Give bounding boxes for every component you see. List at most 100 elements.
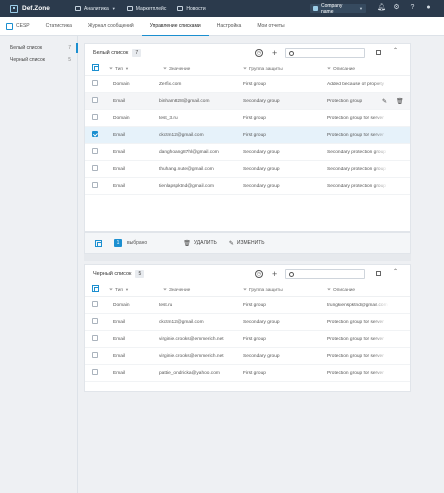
cell-description: Secondary protection group [327,149,386,155]
table-row[interactable]: Email danghoang87hl@gmail.com Secondary … [85,144,410,161]
cell-description: Protection group for server [327,353,384,359]
cell-type: Email [113,149,125,155]
delete-icon[interactable]: 🗑︎ [396,98,404,105]
multi-select-icon[interactable] [95,240,102,247]
column-description[interactable]: ⏷ Описание [327,66,389,72]
table-row[interactable]: Email pattie_ondricka@yahoo.com First gr… [85,365,410,382]
blacklist-header: Черный список 5 ◷ + ⌃ [85,265,410,283]
history-icon[interactable]: ◷ [255,49,263,57]
column-value[interactable]: ⏷ Значение [163,66,190,72]
settings-icon[interactable]: ⚙ [393,4,400,11]
table-row[interactable]: Email virginie.crooks@emmerich.net First… [85,331,410,348]
sort-arrow-icon: ▼ [125,286,129,292]
row-checkbox[interactable] [92,131,98,137]
table-row[interactable]: Domain test.ru First group trungkienspkt… [85,297,410,314]
row-checkbox[interactable] [92,80,98,86]
chevron-up-icon[interactable]: ⌃ [393,268,398,275]
chevron-up-icon[interactable]: ⌃ [393,47,398,54]
cell-group: Secondary group [243,319,280,325]
row-checkbox[interactable] [92,352,98,358]
sidebar-item-blacklist[interactable]: Черный список 5 [0,54,77,66]
nav-analytics[interactable]: Аналитика ▼ [75,6,116,12]
row-checkbox[interactable] [92,318,98,324]
table-row[interactable]: Email binham828@gmail.com Secondary grou… [85,93,410,110]
company-selector[interactable]: Company name ▼ [310,3,366,15]
filter-icon: ⏷ [109,286,114,293]
tab-statistics[interactable]: Статистика [38,17,80,35]
count-badge: 5 [135,270,145,278]
row-actions: ✎ 🗑︎ [382,98,404,105]
row-checkbox[interactable] [92,97,98,103]
tab-message-log[interactable]: Журнал сообщений [80,17,142,35]
table-row[interactable]: Domain test_3.ru First group Protection … [85,110,410,127]
nav-marketplace-label: Маркетплейс [135,5,167,12]
multi-select-icon [92,64,99,71]
row-checkbox[interactable] [92,148,98,154]
table-row[interactable]: Email ckctm12@gmail.com Secondary group … [85,314,410,331]
nav-news[interactable]: Новости [177,6,206,12]
cell-type: Domain [113,81,130,87]
multi-select-icon [92,285,99,292]
sidebar-item-label: Черный список [10,57,45,63]
column-group[interactable]: ⏷ Группа защиты [243,287,283,293]
cell-group: First group [243,370,266,376]
cell-group: First group [243,132,266,138]
row-checkbox[interactable] [92,182,98,188]
column-group-label: Группа защиты [249,287,283,293]
cell-group: Secondary group [243,98,280,104]
tab-cesp[interactable]: CESP [0,17,38,35]
table-row[interactable]: Domain Zerfix.com First group Added beca… [85,76,410,93]
column-type[interactable]: ⏷ Тип ▼ [109,287,129,293]
help-icon[interactable]: ? [409,4,416,11]
cell-value: virginie.crooks@emmerich.net [159,353,224,359]
edit-icon[interactable]: ✎ [382,98,387,105]
tab-settings[interactable]: Настройка [209,17,250,35]
divider [84,254,411,261]
cell-type: Email [113,132,125,138]
select-all-checkbox[interactable] [92,64,99,73]
table-header: ⏷ Тип ▼ ⏷ Значение ⏷ Группа защиты ⏷ Описание [85,283,410,297]
table-row[interactable]: Email thuhang.nute@gmail.com Secondary g… [85,161,410,178]
column-group[interactable]: ⏷ Группа защиты [243,66,283,72]
select-all-checkbox[interactable] [92,285,99,294]
delete-button[interactable]: 🗑︎ УДАЛИТЬ [183,240,217,247]
table-row[interactable]: Email ckctm12@gmail.com First group Prot… [85,127,410,144]
row-checkbox[interactable] [92,165,98,171]
tab-list-management[interactable]: Управление списками [141,17,209,36]
cell-group: Secondary group [243,353,280,359]
search-input[interactable] [285,48,366,58]
fullscreen-icon[interactable] [376,271,381,276]
chevron-down-icon: ▼ [111,6,116,11]
sidebar-item-whitelist[interactable]: Белый список 7 [0,42,78,54]
column-type[interactable]: ⏷ Тип ▼ [109,66,129,72]
page-title: Черный список [93,271,132,277]
table-row[interactable]: Email virginie.crooks@emmerich.net Secon… [85,348,410,365]
row-checkbox[interactable] [92,114,98,120]
column-value[interactable]: ⏷ Значение [163,287,190,293]
history-icon[interactable]: ◷ [255,270,263,278]
edit-button[interactable]: ✎ ИЗМЕНИТЬ [229,240,265,247]
cell-description: Protection group for server [327,370,384,376]
column-description[interactable]: ⏷ Описание [327,287,389,293]
search-input[interactable] [285,269,366,279]
row-checkbox[interactable] [92,301,98,307]
cell-value: danghoang87hl@gmail.com [159,149,219,155]
logo-icon [10,4,18,13]
tab-my-reports[interactable]: Мои отчеты [249,17,292,35]
cell-group: First group [243,336,266,342]
cell-type: Domain [113,302,130,308]
page-title: Белый список [93,50,129,56]
fullscreen-icon[interactable] [376,50,381,55]
row-checkbox[interactable] [92,335,98,341]
logo[interactable]: Def.Zone [10,4,70,13]
row-checkbox[interactable] [92,369,98,375]
cell-description: Protection group [327,98,363,104]
table-row[interactable]: Email tienlapspktnd@gmail.com Secondary … [85,178,410,195]
top-navigation-bar: Def.Zone Аналитика ▼ Маркетплейс Новости… [0,0,444,17]
cell-value: virginie.crooks@emmerich.net [159,336,224,342]
add-icon[interactable]: + [272,270,277,279]
bell-icon[interactable]: 🔔︎ [377,4,386,11]
nav-marketplace[interactable]: Маркетплейс [126,5,167,12]
add-icon[interactable]: + [272,49,277,58]
user-icon[interactable]: ● [425,4,432,11]
